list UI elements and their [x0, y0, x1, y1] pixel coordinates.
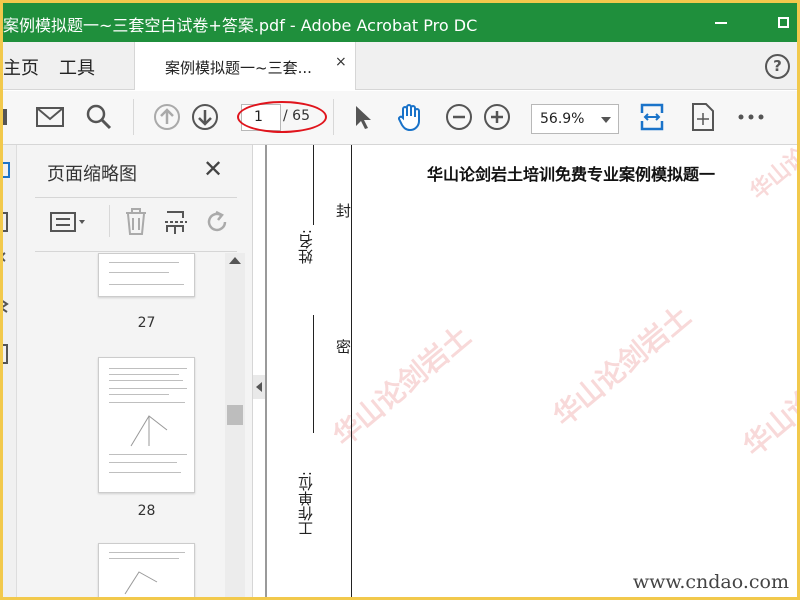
- hand-tool-icon[interactable]: [393, 101, 427, 133]
- toolbar-separator: [333, 99, 334, 135]
- thumbnail-scrollbar[interactable]: [225, 253, 245, 597]
- document-view[interactable]: 华山论剑岩土 华山论剑岩土 华山论剑岩土 华山论剑岩土 姓名: 工作单位: 封 …: [265, 145, 797, 597]
- collapse-panel-icon[interactable]: [253, 375, 265, 399]
- select-tool-icon[interactable]: [349, 101, 377, 133]
- page-thumbnail[interactable]: [98, 253, 195, 297]
- page-thumbnail[interactable]: [98, 357, 195, 493]
- more-options-icon[interactable]: [735, 101, 767, 133]
- page-display-icon[interactable]: [687, 101, 719, 133]
- thumbnail-page-number: 27: [137, 315, 156, 331]
- app-window: 案例模拟题一~三套空白试卷+答案.pdf - Adobe Acrobat Pro…: [3, 3, 797, 597]
- tab-document[interactable]: 案例模拟题一~三套... ×: [134, 42, 356, 90]
- page-thumbnails-panel: 页面缩略图 ✕ 27 28: [17, 145, 253, 597]
- panel-divider: [35, 197, 237, 198]
- watermark: 华山论剑岩土: [746, 145, 797, 205]
- watermark: 华山论剑岩土: [547, 299, 697, 433]
- page-thumbnail[interactable]: 29: [98, 543, 195, 597]
- work-unit-label: 工作单位:: [297, 471, 315, 537]
- tab-bar: 主页 工具 案例模拟题一~三套... × ?: [3, 42, 797, 90]
- extract-page-icon[interactable]: [163, 207, 189, 237]
- maximize-button[interactable]: [769, 9, 797, 35]
- next-page-icon[interactable]: [189, 101, 221, 133]
- save-icon[interactable]: [3, 101, 11, 133]
- scrollbar-thumb[interactable]: [227, 405, 243, 425]
- chevron-down-icon: [601, 117, 611, 123]
- tab-home[interactable]: 主页: [3, 54, 39, 80]
- watermark: 华山论剑岩土: [737, 329, 797, 463]
- nav-strip-icons: [3, 162, 10, 364]
- toolbar-separator: [133, 99, 134, 135]
- highlight-annotation: [237, 101, 327, 133]
- thumbnail-options-icon[interactable]: [49, 207, 89, 237]
- minimize-button[interactable]: [707, 9, 735, 35]
- help-icon[interactable]: ?: [765, 54, 790, 79]
- pdf-page: 华山论剑岩土 华山论剑岩土 华山论剑岩土 华山论剑岩土 姓名: 工作单位: 封 …: [267, 145, 797, 597]
- delete-page-icon[interactable]: [123, 207, 149, 237]
- panel-title: 页面缩略图: [47, 164, 137, 185]
- window-title: 案例模拟题一~三套空白试卷+答案.pdf - Adobe Acrobat Pro…: [3, 16, 478, 35]
- site-watermark: www.cndao.com: [632, 571, 789, 593]
- close-tab-icon[interactable]: ×: [335, 54, 347, 70]
- binding-line: [313, 315, 314, 433]
- tab-tools[interactable]: 工具: [59, 54, 95, 80]
- zoom-in-icon[interactable]: [481, 101, 513, 133]
- seal-label: 密: [334, 339, 352, 354]
- search-icon[interactable]: [83, 101, 115, 133]
- thumbnail-list: 27 28 29: [35, 253, 223, 597]
- rotate-page-icon[interactable]: [205, 207, 231, 237]
- email-icon[interactable]: [33, 101, 67, 133]
- panel-separator: [109, 205, 110, 237]
- maximize-icon: [777, 17, 789, 28]
- zoom-value: 56.9%: [540, 111, 585, 127]
- thumbnail-page-number: 28: [137, 503, 156, 519]
- seal-label: 封: [334, 203, 352, 218]
- name-label: 姓名:: [297, 229, 315, 265]
- zoom-select[interactable]: 56.9%: [531, 104, 619, 134]
- fit-width-icon[interactable]: [635, 101, 669, 133]
- left-navigation-strip: [3, 145, 17, 597]
- minimize-icon: [715, 21, 727, 24]
- close-panel-icon[interactable]: ✕: [203, 155, 223, 183]
- binding-line: [313, 145, 314, 225]
- main-toolbar: 1 / 65 56.9%: [3, 91, 797, 145]
- watermark: 华山论剑岩土: [327, 319, 477, 453]
- panel-divider: [35, 251, 237, 252]
- title-bar: 案例模拟题一~三套空白试卷+答案.pdf - Adobe Acrobat Pro…: [3, 3, 797, 42]
- tab-document-label: 案例模拟题一~三套...: [165, 59, 312, 77]
- zoom-out-icon[interactable]: [443, 101, 475, 133]
- scroll-up-icon[interactable]: [229, 257, 241, 264]
- document-heading: 华山论剑岩土培训免费专业案例模拟题一: [427, 165, 716, 184]
- previous-page-icon[interactable]: [151, 101, 183, 133]
